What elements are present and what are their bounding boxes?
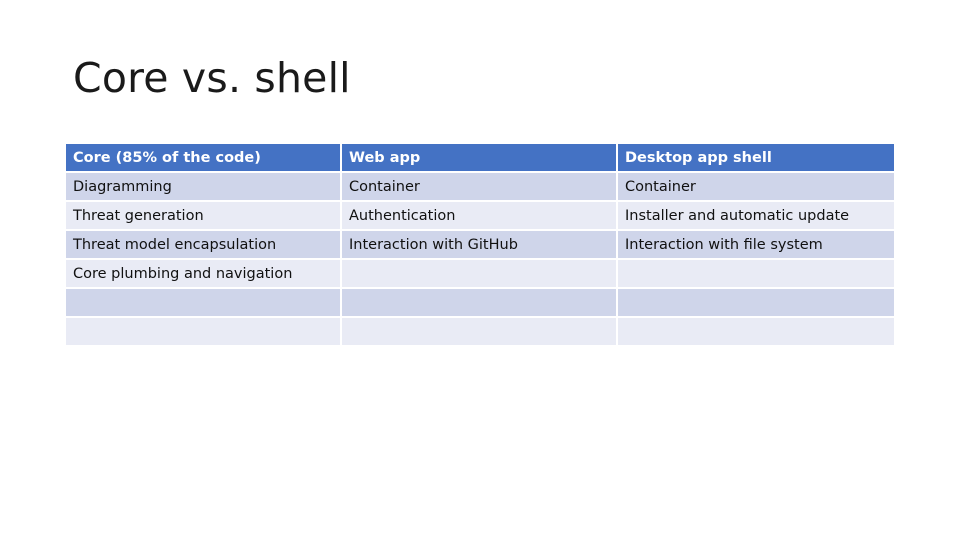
table-cell: Container (618, 173, 894, 202)
table-cell (618, 289, 894, 318)
table-cell (618, 318, 894, 347)
table-header-row: Core (85% of the code) Web app Desktop a… (66, 144, 894, 173)
header-web-app: Web app (342, 144, 618, 173)
table-row: Diagramming Container Container (66, 173, 894, 202)
table-cell: Core plumbing and navigation (66, 260, 342, 289)
header-desktop-app-shell: Desktop app shell (618, 144, 894, 173)
header-core: Core (85% of the code) (66, 144, 342, 173)
table-cell: Installer and automatic update (618, 202, 894, 231)
table-cell (66, 289, 342, 318)
table-cell: Threat model encapsulation (66, 231, 342, 260)
table-row (66, 318, 894, 347)
table-cell: Interaction with GitHub (342, 231, 618, 260)
table-row: Core plumbing and navigation (66, 260, 894, 289)
table-cell: Interaction with file system (618, 231, 894, 260)
table-cell: Authentication (342, 202, 618, 231)
table-row: Threat generation Authentication Install… (66, 202, 894, 231)
table-cell: Diagramming (66, 173, 342, 202)
comparison-table: Core (85% of the code) Web app Desktop a… (66, 144, 894, 347)
table-cell: Container (342, 173, 618, 202)
table-row (66, 289, 894, 318)
slide-title: Core vs. shell (73, 54, 351, 102)
table-cell (342, 260, 618, 289)
table-row: Threat model encapsulation Interaction w… (66, 231, 894, 260)
table-cell: Threat generation (66, 202, 342, 231)
table-cell (342, 289, 618, 318)
table-cell (66, 318, 342, 347)
table-cell (618, 260, 894, 289)
table-cell (342, 318, 618, 347)
